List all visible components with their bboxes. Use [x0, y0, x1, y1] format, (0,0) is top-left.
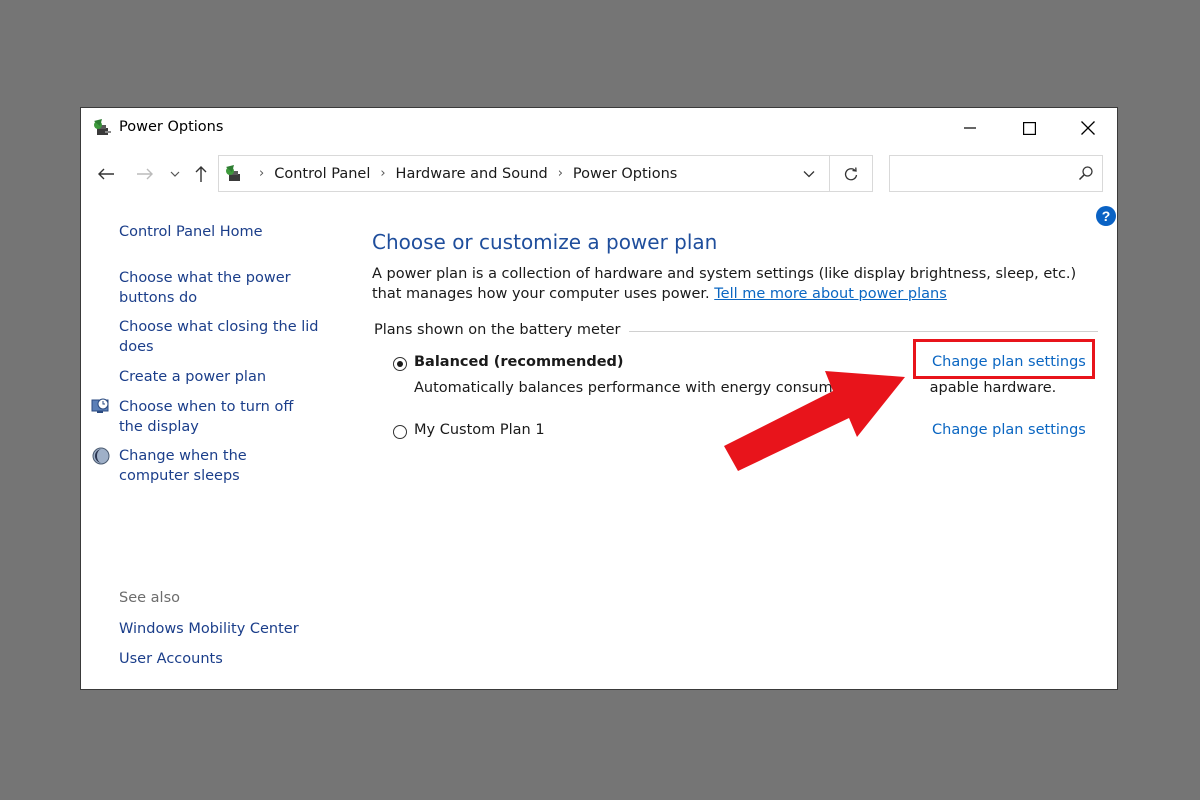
change-plan-settings-link-custom[interactable]: Change plan settings	[932, 422, 1086, 438]
sidebar-item-computer-sleeps[interactable]: Change when the computer sleeps	[119, 446, 319, 486]
refresh-icon	[844, 166, 858, 180]
breadcrumb-control-panel[interactable]: Control Panel	[274, 166, 370, 182]
power-options-window: Power Options › Control Panel › Hardware…	[80, 107, 1118, 690]
sidebar-item-mobility-center[interactable]: Windows Mobility Center	[119, 619, 324, 639]
sidebar-item-create-plan[interactable]: Create a power plan	[119, 367, 324, 387]
forward-arrow-icon	[137, 168, 153, 180]
red-arrow-icon	[724, 371, 905, 471]
up-button[interactable]	[191, 154, 211, 194]
plan-name-balanced[interactable]: Balanced (recommended)	[414, 354, 624, 370]
minimize-button[interactable]	[941, 108, 999, 148]
window-title: Power Options	[119, 119, 224, 135]
forward-button[interactable]	[133, 154, 157, 194]
close-icon	[1081, 121, 1095, 135]
display-clock-icon	[91, 398, 109, 413]
power-options-icon	[226, 165, 240, 181]
back-arrow-icon	[98, 168, 114, 180]
maximize-icon	[1022, 121, 1036, 135]
power-options-icon	[94, 119, 111, 135]
title-bar: Power Options	[81, 108, 1117, 148]
breadcrumb: › Control Panel › Hardware and Sound › P…	[249, 156, 677, 191]
sidebar-item-power-buttons[interactable]: Choose what the power buttons do	[119, 268, 294, 308]
up-arrow-icon	[195, 166, 207, 182]
minimize-icon	[964, 127, 976, 129]
sidebar-control-panel-home[interactable]: Control Panel Home	[119, 222, 324, 242]
breadcrumb-hardware-and-sound[interactable]: Hardware and Sound	[396, 166, 548, 182]
address-history-dropdown[interactable]	[789, 156, 829, 191]
page-description: A power plan is a collection of hardware…	[372, 264, 1082, 304]
navigation-bar: › Control Panel › Hardware and Sound › P…	[81, 154, 1117, 194]
sidebar-item-closing-lid[interactable]: Choose what closing the lid does	[119, 317, 319, 357]
sidebar-item-turn-off-display[interactable]: Choose when to turn off the display	[119, 397, 319, 437]
maximize-button[interactable]	[1000, 108, 1058, 148]
sidebar-item-user-accounts[interactable]: User Accounts	[119, 649, 324, 669]
plan-description-tail: apable hardware.	[929, 380, 1057, 396]
plan-name-custom[interactable]: My Custom Plan 1	[414, 422, 545, 438]
plan-radio-balanced[interactable]	[393, 357, 407, 371]
plan-radio-custom[interactable]	[393, 425, 407, 439]
address-bar[interactable]: › Control Panel › Hardware and Sound › P…	[218, 155, 830, 192]
group-divider	[611, 331, 1098, 332]
sleep-moon-icon	[92, 447, 110, 465]
close-button[interactable]	[1059, 108, 1117, 148]
see-also-label: See also	[119, 590, 180, 606]
help-icon[interactable]: ?	[1096, 206, 1116, 226]
learn-more-link[interactable]: Tell me more about power plans	[714, 286, 947, 302]
chevron-down-icon	[803, 170, 815, 177]
back-button[interactable]	[93, 154, 119, 194]
chevron-right-icon: ›	[259, 166, 265, 181]
breadcrumb-power-options[interactable]: Power Options	[573, 166, 677, 182]
search-input[interactable]	[889, 155, 1103, 192]
chevron-right-icon[interactable]: ›	[380, 166, 385, 181]
highlight-box	[913, 339, 1095, 379]
refresh-button[interactable]	[830, 155, 873, 192]
chevron-down-icon	[170, 171, 180, 177]
chevron-right-icon[interactable]: ›	[558, 166, 563, 181]
recent-locations-button[interactable]	[167, 154, 183, 194]
page-title: Choose or customize a power plan	[372, 230, 718, 254]
search-icon	[1078, 166, 1093, 181]
plans-group-label: Plans shown on the battery meter	[374, 322, 629, 338]
